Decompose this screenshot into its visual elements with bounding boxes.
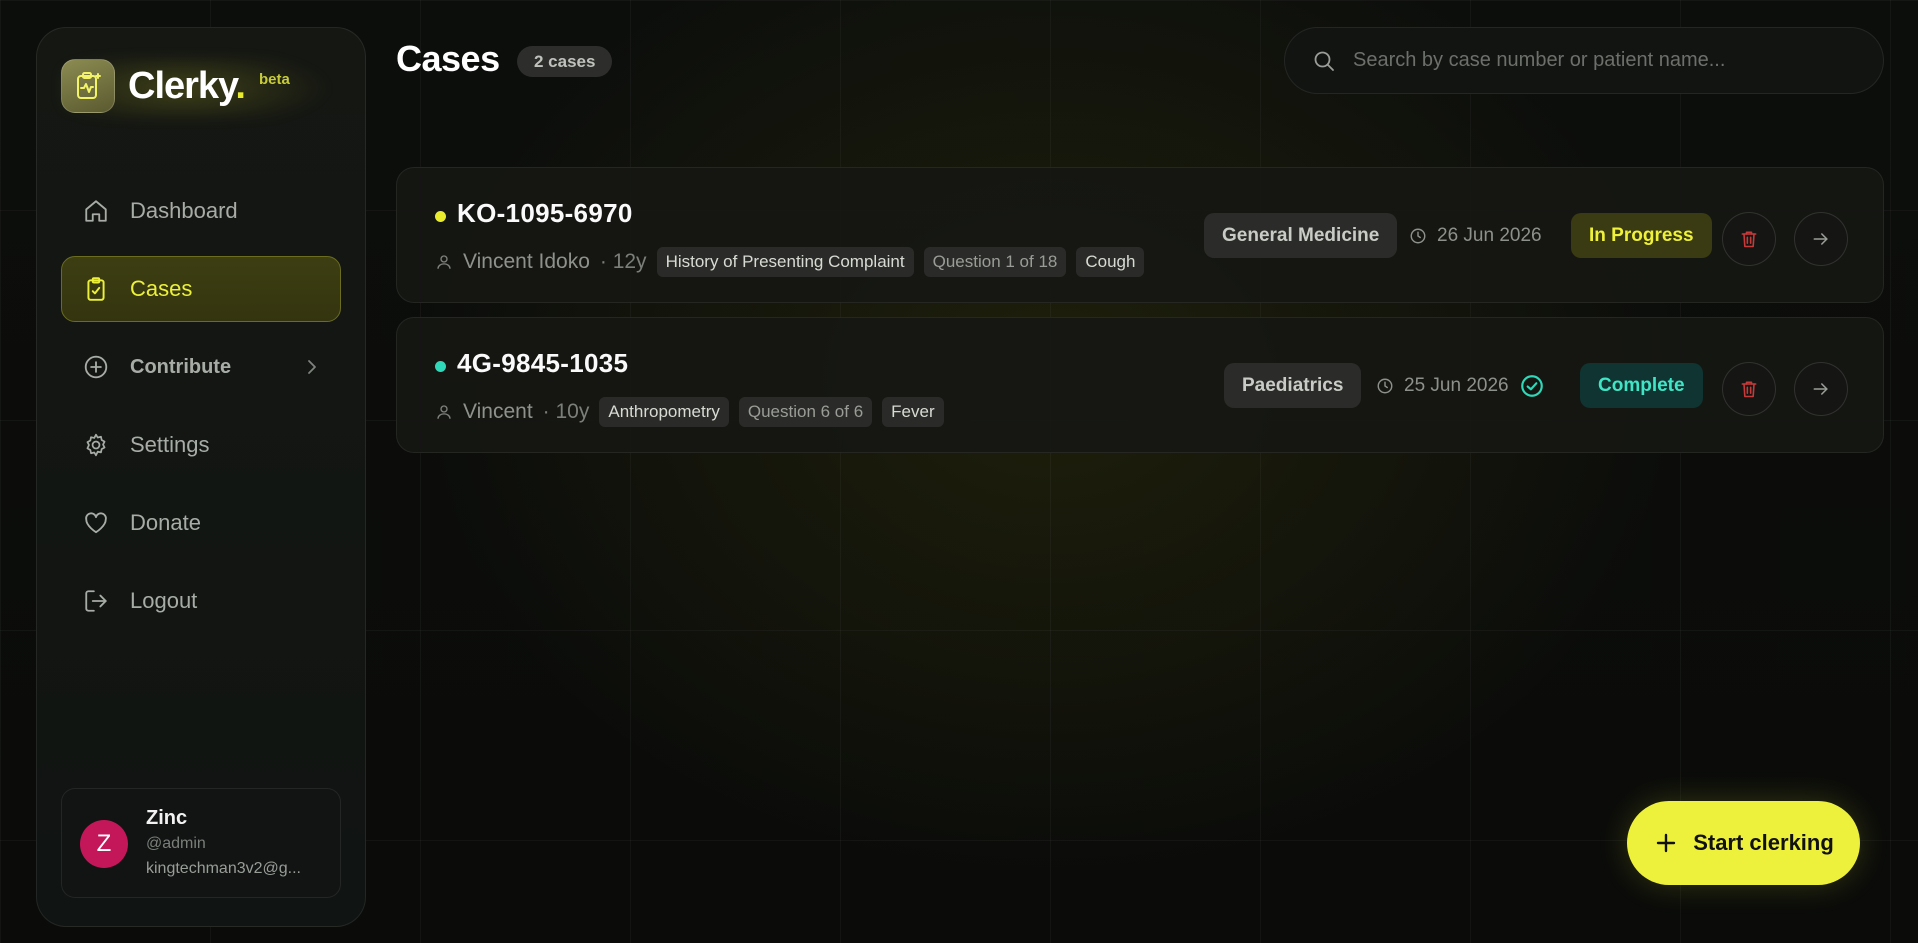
sidebar-nav: Dashboard Cases Contribute Settings Dona…	[61, 178, 341, 646]
beta-badge: beta	[258, 70, 290, 88]
case-date: 26 Jun 2026	[1409, 213, 1542, 258]
search-input[interactable]	[1353, 40, 1883, 81]
question-tag: Question 6 of 6	[738, 397, 873, 427]
case-meta: Vincent Idoko · 12y History of Presentin…	[435, 246, 1154, 278]
brand-name: Clerky.	[128, 64, 246, 107]
user-icon	[435, 403, 453, 421]
sidebar-item-label: Cases	[130, 276, 193, 301]
chevron-right-icon	[306, 358, 318, 382]
sidebar: Clerky. beta Dashboard Cases Contribute	[36, 27, 366, 927]
delete-button[interactable]	[1722, 362, 1776, 416]
open-case-button[interactable]	[1794, 362, 1848, 416]
sidebar-item-label: Contribute	[130, 355, 232, 378]
delete-button[interactable]	[1722, 212, 1776, 266]
patient-name: Vincent	[463, 400, 533, 423]
specialty-badge: Paediatrics	[1224, 363, 1362, 408]
section-tag: Anthropometry	[599, 397, 729, 427]
status-badge: Complete	[1580, 363, 1703, 408]
case-card[interactable]: KO-1095-6970 Vincent Idoko · 12y History…	[396, 167, 1884, 303]
complaint-tag: Fever	[882, 397, 944, 427]
sidebar-item-label: Settings	[130, 432, 210, 457]
heart-icon	[82, 509, 110, 537]
complaint-tag: Cough	[1076, 247, 1145, 277]
sidebar-item-label: Dashboard	[130, 198, 238, 223]
clock-icon	[1409, 226, 1429, 246]
case-date: 25 Jun 2026	[1376, 363, 1509, 408]
section-tag: History of Presenting Complaint	[656, 247, 914, 277]
open-case-button[interactable]	[1794, 212, 1848, 266]
case-count-badge: 2 cases	[517, 46, 613, 77]
status-dot	[435, 211, 446, 222]
gear-icon	[82, 431, 110, 459]
check-circle-icon	[1521, 375, 1543, 397]
page-title: Cases	[396, 38, 500, 79]
case-number: KO-1095-6970	[457, 198, 633, 228]
arrow-right-icon	[1813, 383, 1828, 395]
start-clerking-button[interactable]: Start clerking	[1627, 801, 1860, 885]
plus-icon	[1653, 830, 1679, 856]
user-handle: @admin	[146, 835, 206, 852]
trash-icon	[1741, 381, 1757, 398]
user-name: Zinc	[146, 807, 188, 829]
logout-icon	[82, 587, 110, 615]
clipboard-pulse-icon	[61, 59, 115, 113]
sidebar-item-dashboard[interactable]: Dashboard	[61, 178, 341, 244]
home-icon	[82, 197, 110, 225]
sidebar-item-donate[interactable]: Donate	[61, 490, 341, 556]
user-card[interactable]: Z Zinc @admin kingtechman3v2@g...	[61, 788, 341, 898]
start-clerking-label: Start clerking	[1693, 830, 1834, 855]
clipboard-check-icon	[82, 275, 110, 303]
case-card[interactable]: 4G-9845-1035 Vincent · 10y Anthropometry…	[396, 317, 1884, 453]
search-bar	[1284, 27, 1884, 94]
user-email: kingtechman3v2@g...	[146, 860, 301, 877]
case-meta: Vincent · 10y Anthropometry Question 6 o…	[435, 396, 954, 428]
date-text: 26 Jun 2026	[1437, 224, 1542, 246]
sidebar-item-logout[interactable]: Logout	[61, 568, 341, 634]
patient-age: · 12y	[599, 250, 647, 273]
date-text: 25 Jun 2026	[1404, 374, 1509, 396]
sidebar-item-label: Logout	[130, 588, 198, 613]
plus-circle-icon	[82, 353, 110, 381]
search-icon	[1311, 48, 1337, 74]
clock-icon	[1376, 376, 1396, 396]
patient-name: Vincent Idoko	[463, 250, 590, 273]
brand[interactable]: Clerky. beta	[61, 58, 341, 118]
avatar: Z	[80, 820, 128, 868]
sidebar-item-label: Donate	[130, 510, 201, 535]
status-badge: In Progress	[1571, 213, 1712, 258]
sidebar-item-settings[interactable]: Settings	[61, 412, 341, 478]
question-tag: Question 1 of 18	[923, 247, 1067, 277]
trash-icon	[1741, 231, 1757, 248]
case-number: 4G-9845-1035	[457, 348, 629, 378]
user-icon	[435, 253, 453, 271]
status-dot	[435, 361, 446, 372]
patient-age: · 10y	[542, 400, 590, 423]
arrow-right-icon	[1813, 233, 1828, 245]
specialty-badge: General Medicine	[1204, 213, 1398, 258]
sidebar-item-cases[interactable]: Cases	[61, 256, 341, 322]
sidebar-item-contribute[interactable]: Contribute	[61, 334, 341, 400]
